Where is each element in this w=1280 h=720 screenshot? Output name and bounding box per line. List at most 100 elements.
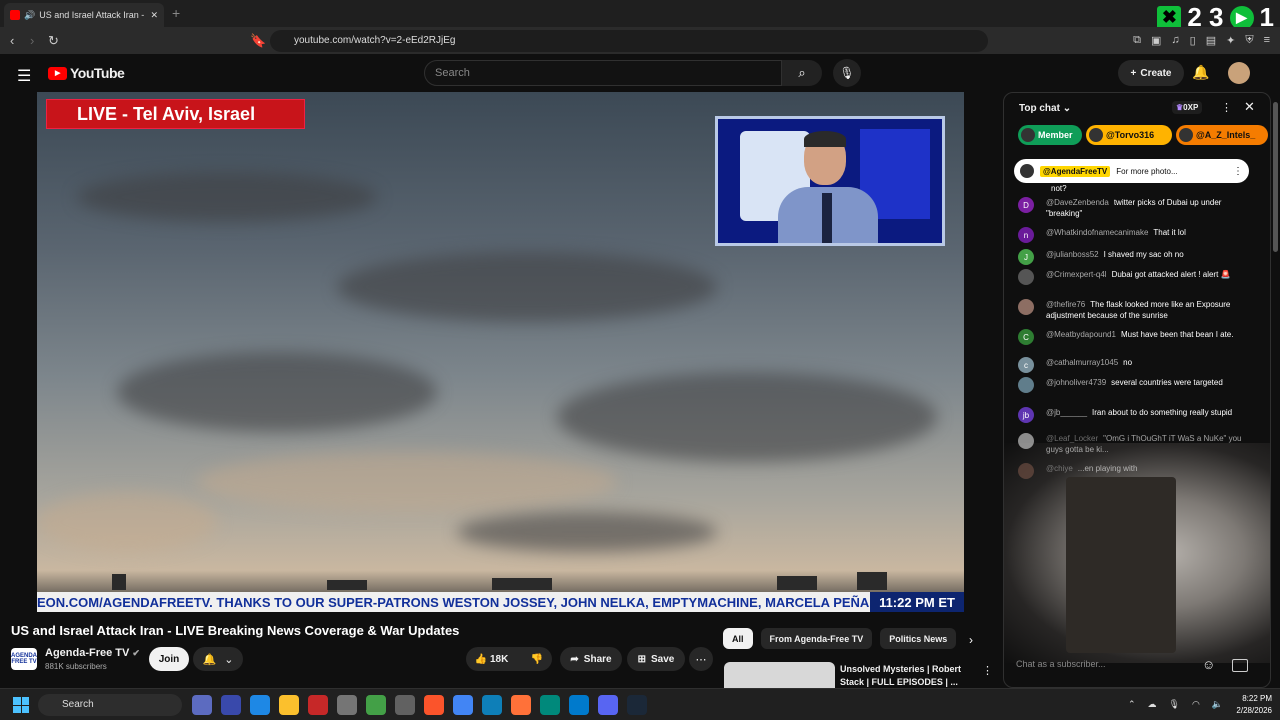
chip-from-channel[interactable]: From Agenda-Free TV: [760, 628, 873, 649]
ai-icon[interactable]: ✦: [1226, 34, 1235, 47]
chat-message[interactable]: c @cathalmurray1045 no: [1018, 357, 1244, 373]
chat-message[interactable]: not?: [1018, 183, 1244, 194]
hamburger-menu-icon[interactable]: ☰: [17, 66, 31, 86]
chat-author[interactable]: @jb______: [1046, 408, 1087, 417]
app-icon[interactable]: [395, 695, 415, 715]
chat-author[interactable]: @Whatkindofnamecanimake: [1046, 228, 1148, 237]
vscode-icon[interactable]: [569, 695, 589, 715]
ticker-torvo[interactable]: @Torvo316: [1086, 125, 1172, 145]
channel-avatar[interactable]: AGENDA FREE TV: [11, 648, 37, 670]
chat-author[interactable]: @Leaf_Locker: [1046, 434, 1098, 443]
chat-message[interactable]: @Leaf_Locker "OmG i ThOuGhT iT WaS a NuKe…: [1018, 433, 1244, 455]
chat-input[interactable]: Chat as a subscriber...: [1016, 659, 1196, 669]
chat-author[interactable]: @chiye: [1046, 464, 1073, 473]
clock[interactable]: 8:22 PM 2/28/2026: [1236, 693, 1272, 717]
recommendation-menu-icon[interactable]: ⋮: [982, 664, 993, 677]
folder-icon[interactable]: [279, 695, 299, 715]
sidebar-icon[interactable]: ▯: [1190, 34, 1196, 47]
save-button[interactable]: ⊞ Save: [627, 647, 685, 671]
xp-badge[interactable]: ♛0XP: [1172, 101, 1203, 114]
pinned-message[interactable]: @AgendaFreeTV For more photo... ⋮: [1014, 159, 1249, 183]
ticker-member[interactable]: Member: [1018, 125, 1082, 145]
chip-all[interactable]: All: [723, 628, 753, 649]
chips-next-icon[interactable]: ›: [969, 633, 973, 647]
chat-message[interactable]: @Crimexpert-q4l Dubai got attacked alert …: [1018, 269, 1244, 285]
join-button[interactable]: Join: [149, 647, 189, 671]
chat-message[interactable]: @thefire76 The flask looked more like an …: [1018, 299, 1244, 321]
app-icon[interactable]: [337, 695, 357, 715]
notifications-bell-icon[interactable]: 🔔: [1192, 64, 1209, 81]
chat-message[interactable]: @johnoliver4739 several countries were ta…: [1018, 377, 1244, 393]
chat-message[interactable]: @chiye ...en playing with: [1018, 463, 1244, 479]
app-icon[interactable]: [540, 695, 560, 715]
ticker-az-intels[interactable]: @A_Z_Intels_: [1176, 125, 1268, 145]
subscription-bell-button[interactable]: 🔔 ⌄: [193, 647, 243, 671]
chat-avatar[interactable]: [1018, 433, 1034, 449]
like-button[interactable]: 👍 18K: [475, 654, 509, 665]
wallet-icon[interactable]: ▤: [1206, 34, 1216, 47]
chat-author[interactable]: @cathalmurray1045: [1046, 358, 1118, 367]
audio-icon[interactable]: 🔊: [24, 10, 35, 21]
chat-message[interactable]: J @julianboss52 I shaved my sac oh no: [1018, 249, 1244, 265]
chat-avatar[interactable]: D: [1018, 197, 1034, 213]
url-field[interactable]: youtube.com/watch?v=2-eEd2RJjEg: [270, 30, 988, 52]
voice-search-button[interactable]: 🎙: [833, 59, 861, 87]
wifi-icon[interactable]: ◠: [1192, 699, 1200, 710]
taskbar-search[interactable]: Search: [38, 694, 182, 716]
new-tab-button[interactable]: +: [172, 5, 180, 21]
volume-icon[interactable]: 🔈: [1212, 699, 1223, 710]
more-actions-button[interactable]: ⋯: [689, 647, 713, 671]
close-tab-icon[interactable]: ✕: [150, 10, 158, 21]
chat-avatar[interactable]: c: [1018, 357, 1034, 373]
reload-icon[interactable]: ↻: [48, 33, 59, 49]
video-player[interactable]: LIVE - Tel Aviv, Israel EON.COM/AGENDAFR…: [37, 92, 964, 612]
chat-author[interactable]: @thefire76: [1046, 300, 1085, 309]
app-icon[interactable]: [366, 695, 386, 715]
scrollbar-thumb[interactable]: [1273, 102, 1278, 252]
app-icon[interactable]: [192, 695, 212, 715]
back-icon[interactable]: ‹: [10, 33, 14, 48]
app-icon[interactable]: [250, 695, 270, 715]
network-icon[interactable]: ☁: [1148, 699, 1157, 710]
chat-scrollbar[interactable]: [1271, 92, 1280, 688]
account-avatar[interactable]: [1228, 62, 1250, 84]
chat-mode-selector[interactable]: Top chat ⌄: [1019, 103, 1071, 114]
chat-avatar[interactable]: C: [1018, 329, 1034, 345]
share-button[interactable]: ➦ Share: [560, 647, 622, 671]
create-button[interactable]: + Create: [1118, 60, 1184, 86]
x-extension-icon[interactable]: ✖: [1157, 5, 1182, 30]
music-icon[interactable]: ♫: [1171, 34, 1179, 47]
chat-avatar[interactable]: n: [1018, 227, 1034, 243]
app-icon[interactable]: [308, 695, 328, 715]
discord-icon[interactable]: [598, 695, 618, 715]
mic-icon[interactable]: 🎙: [1169, 699, 1180, 710]
close-chat-icon[interactable]: ✕: [1244, 99, 1255, 115]
recommendation-title[interactable]: Unsolved Mysteries | Robert Stack | FULL…: [840, 663, 970, 689]
chip-politics-news[interactable]: Politics News: [880, 628, 957, 649]
chat-avatar[interactable]: [1018, 377, 1034, 393]
search-input[interactable]: Search: [424, 60, 782, 86]
chat-avatar[interactable]: [1018, 463, 1034, 479]
forward-icon[interactable]: ›: [30, 33, 34, 48]
chat-avatar[interactable]: J: [1018, 249, 1034, 265]
pinned-menu-icon[interactable]: ⋮: [1233, 166, 1243, 177]
play-extension-icon[interactable]: ▶: [1229, 5, 1254, 30]
browser-tab[interactable]: 🔊 US and Israel Attack Iran - LIVE ✕: [4, 3, 164, 27]
channel-name[interactable]: Agenda-Free TV ✔: [45, 647, 140, 659]
chat-menu-icon[interactable]: ⋮: [1221, 101, 1232, 114]
chat-author[interactable]: @julianboss52: [1046, 250, 1099, 259]
chevron-up-icon[interactable]: ⌃: [1128, 699, 1136, 710]
firefox-icon[interactable]: [511, 695, 531, 715]
chat-message[interactable]: jb @jb______ Iran about to do something re…: [1018, 407, 1244, 423]
bookmark-icon[interactable]: 🔖: [250, 33, 266, 49]
youtube-logo[interactable]: ▶ YouTube: [48, 65, 125, 81]
chat-author[interactable]: @Meatbydapound1: [1046, 330, 1116, 339]
emoji-icon[interactable]: ☺: [1202, 657, 1215, 672]
super-chat-icon[interactable]: [1232, 659, 1248, 672]
extensions-icon[interactable]: ⧉: [1133, 34, 1141, 47]
start-button[interactable]: [13, 697, 29, 713]
screenshot-icon[interactable]: ▣: [1151, 34, 1161, 47]
chat-message[interactable]: D @DaveZenbenda twitter picks of Dubai up …: [1018, 197, 1244, 219]
chat-avatar[interactable]: jb: [1018, 407, 1034, 423]
chat-avatar[interactable]: [1018, 269, 1034, 285]
